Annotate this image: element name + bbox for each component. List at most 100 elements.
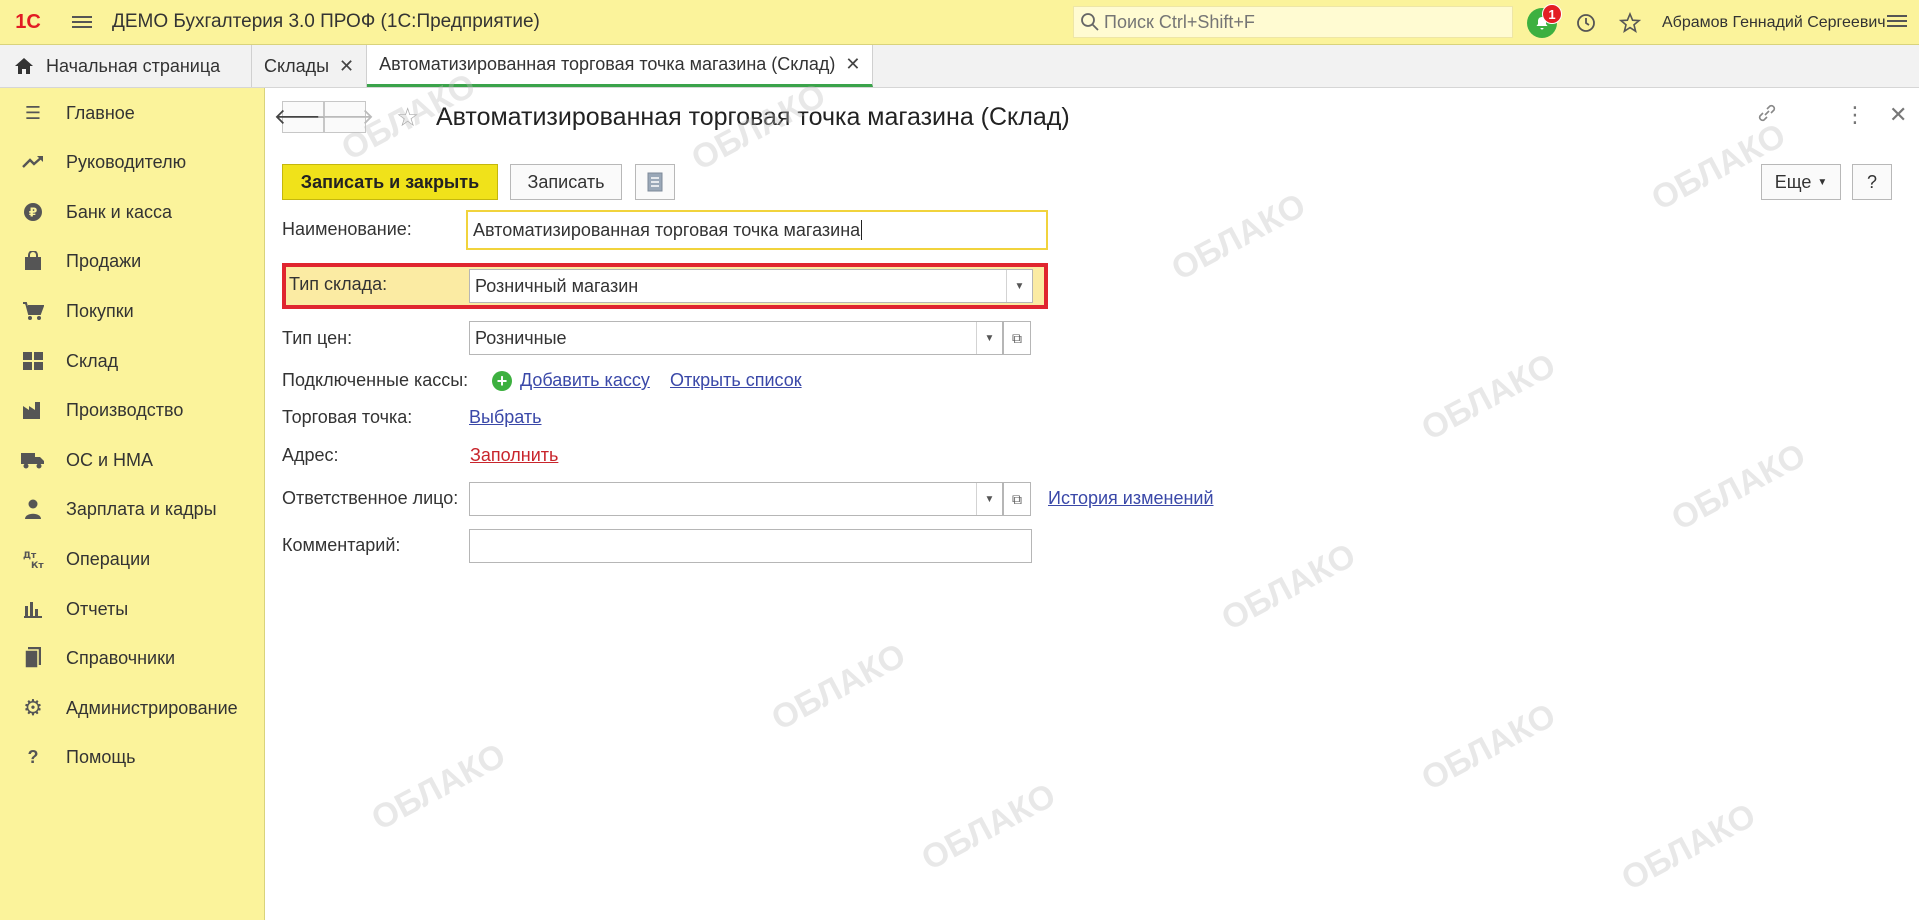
help-button[interactable]: ? bbox=[1852, 164, 1892, 200]
sidebar-item-reports[interactable]: Отчеты bbox=[0, 589, 265, 629]
sidebar-item-label: Операции bbox=[66, 548, 151, 569]
trade-point-select-link[interactable]: Выбрать bbox=[469, 407, 542, 428]
person-icon bbox=[0, 499, 66, 519]
save-and-close-button[interactable]: Записать и закрыть bbox=[282, 164, 498, 200]
watermark: ОБЛАКО bbox=[1165, 186, 1312, 289]
sidebar-item-main[interactable]: ☰ Главное bbox=[0, 93, 265, 133]
price-type-value: Розничные bbox=[475, 327, 567, 348]
arrow-right-icon: 🡒 bbox=[315, 104, 375, 129]
main-menu-button[interactable] bbox=[56, 0, 108, 45]
address-label: Адрес: bbox=[282, 445, 339, 465]
tab-warehouse-form-label: Автоматизированная торговая точка магази… bbox=[379, 54, 836, 74]
sidebar-item-manager[interactable]: Руководителю bbox=[0, 142, 265, 182]
ruble-coin-icon: ₽ bbox=[0, 202, 66, 222]
sidebar-item-operations[interactable]: Дт Кт Операции bbox=[0, 539, 265, 579]
chevron-down-icon[interactable]: ▼ bbox=[976, 322, 1002, 354]
plus-circle-icon[interactable]: + bbox=[492, 371, 512, 391]
address-fill-link[interactable]: Заполнить bbox=[470, 445, 558, 466]
sidebar-item-label: Отчеты bbox=[66, 598, 129, 619]
warehouse-type-select[interactable]: Розничный магазин ▼ bbox=[469, 269, 1033, 303]
tab-warehouse-form[interactable]: Автоматизированная торговая точка магази… bbox=[367, 45, 874, 87]
settings-menu-button[interactable] bbox=[1887, 12, 1907, 30]
warehouse-type-label: Тип склада: bbox=[289, 274, 388, 294]
cash-registers-label: Подключенные кассы: bbox=[282, 370, 469, 390]
truck-icon bbox=[0, 451, 66, 469]
sidebar-item-help[interactable]: ? Помощь bbox=[0, 737, 265, 777]
watermark: ОБЛАКО bbox=[1665, 436, 1812, 539]
close-icon[interactable]: ✕ bbox=[339, 56, 354, 77]
more-button[interactable]: Еще ▼ bbox=[1761, 164, 1841, 200]
save-button[interactable]: Записать bbox=[510, 164, 622, 200]
name-input[interactable]: Автоматизированная торговая точка магази… bbox=[466, 210, 1048, 250]
menu-lines-icon: ☰ bbox=[24, 102, 42, 123]
close-form-icon[interactable]: ✕ bbox=[1889, 102, 1907, 128]
sidebar-item-fixed-assets[interactable]: ОС и НМА bbox=[0, 440, 265, 480]
sidebar-item-label: Помощь bbox=[66, 746, 136, 767]
responsible-select[interactable]: ▼ bbox=[469, 482, 1003, 516]
search-box[interactable] bbox=[1073, 6, 1513, 38]
sidebar-item-administration[interactable]: ⚙ Администрирование bbox=[0, 688, 265, 728]
tab-warehouses[interactable]: Склады ✕ bbox=[252, 45, 368, 87]
logo-1c[interactable]: 1С bbox=[0, 0, 56, 45]
sidebar-item-label: Производство bbox=[66, 399, 184, 420]
report-structure-button[interactable] bbox=[635, 164, 675, 200]
chevron-down-icon[interactable]: ▼ bbox=[1006, 270, 1032, 302]
home-icon bbox=[15, 58, 33, 74]
favorite-star-icon[interactable]: ☆ bbox=[396, 102, 419, 133]
star-icon bbox=[1619, 11, 1641, 33]
watermark: ОБЛАКО bbox=[1415, 346, 1562, 449]
text-cursor bbox=[861, 220, 863, 240]
sidebar-item-references[interactable]: Справочники bbox=[0, 638, 265, 678]
sidebar-item-label: Покупки bbox=[66, 300, 134, 321]
link-icon[interactable] bbox=[1756, 102, 1778, 130]
sidebar-item-warehouse[interactable]: Склад bbox=[0, 341, 265, 381]
more-vertical-icon[interactable]: ⋮ bbox=[1844, 102, 1866, 128]
sidebar-item-sales[interactable]: Продажи bbox=[0, 241, 265, 281]
sidebar-item-label: Справочники bbox=[66, 647, 176, 668]
comment-input[interactable] bbox=[469, 529, 1032, 563]
factory-icon bbox=[0, 400, 66, 420]
tabs-bar: Начальная страница Склады ✕ Автоматизиро… bbox=[0, 45, 1919, 88]
sidebar-item-salary[interactable]: Зарплата и кадры bbox=[0, 489, 265, 529]
history-link[interactable]: История изменений bbox=[1048, 488, 1214, 509]
app-title: ДЕМО Бухгалтерия 3.0 ПРОФ (1С:Предприяти… bbox=[112, 11, 540, 32]
sidebar-item-production[interactable]: Производство bbox=[0, 390, 265, 430]
history-icon bbox=[1577, 13, 1595, 32]
open-price-type-button[interactable]: ⧉ bbox=[1003, 321, 1031, 355]
sidebar-item-label: Главное bbox=[66, 102, 135, 123]
responsible-label: Ответственное лицо: bbox=[282, 488, 459, 508]
page-title: Автоматизированная торговая точка магази… bbox=[436, 103, 1070, 131]
sidebar-item-label: Банк и касса bbox=[66, 201, 172, 222]
search-icon bbox=[1081, 13, 1099, 31]
history-button[interactable] bbox=[1564, 0, 1608, 45]
search-input[interactable] bbox=[1104, 11, 1484, 33]
add-register-link[interactable]: Добавить кассу bbox=[520, 370, 650, 391]
watermark: ОБЛАКО bbox=[365, 736, 512, 839]
price-type-select[interactable]: Розничные ▼ bbox=[469, 321, 1003, 355]
forward-button[interactable]: 🡒 bbox=[316, 101, 375, 133]
close-icon[interactable]: ✕ bbox=[845, 54, 860, 75]
notification-badge: 1 bbox=[1542, 4, 1562, 24]
svg-text:₽: ₽ bbox=[29, 206, 37, 220]
main-form: 🡐 🡒 ☆ Автоматизированная торговая точка … bbox=[266, 66, 1919, 920]
sidebar: ☰ Главное Руководителю ₽ Банк и касса Пр… bbox=[0, 88, 265, 920]
notifications-button[interactable]: 1 bbox=[1520, 0, 1564, 45]
svg-text:Дт: Дт bbox=[23, 551, 37, 561]
sidebar-item-purchases[interactable]: Покупки bbox=[0, 291, 265, 331]
sidebar-item-bank[interactable]: ₽ Банк и касса bbox=[0, 192, 265, 232]
hamburger-settings-icon bbox=[1887, 15, 1907, 27]
sidebar-item-label: Зарплата и кадры bbox=[66, 498, 217, 519]
open-icon: ⧉ bbox=[1012, 329, 1022, 346]
name-label: Наименование: bbox=[282, 219, 412, 239]
top-icons: 1 Абрамов Геннадий Сергеевич bbox=[1520, 0, 1886, 45]
favorites-button[interactable] bbox=[1608, 0, 1652, 45]
watermark: ОБЛАКО bbox=[765, 636, 912, 739]
open-responsible-button[interactable]: ⧉ bbox=[1003, 482, 1031, 516]
tab-home[interactable]: Начальная страница bbox=[0, 45, 252, 87]
comment-label: Комментарий: bbox=[282, 535, 401, 555]
chevron-down-icon[interactable]: ▼ bbox=[976, 483, 1002, 515]
user-name[interactable]: Абрамов Геннадий Сергеевич bbox=[1662, 14, 1886, 32]
open-list-link[interactable]: Открыть список bbox=[670, 370, 802, 391]
sidebar-item-label: ОС и НМА bbox=[66, 449, 154, 470]
watermark: ОБЛАКО bbox=[915, 776, 1062, 879]
